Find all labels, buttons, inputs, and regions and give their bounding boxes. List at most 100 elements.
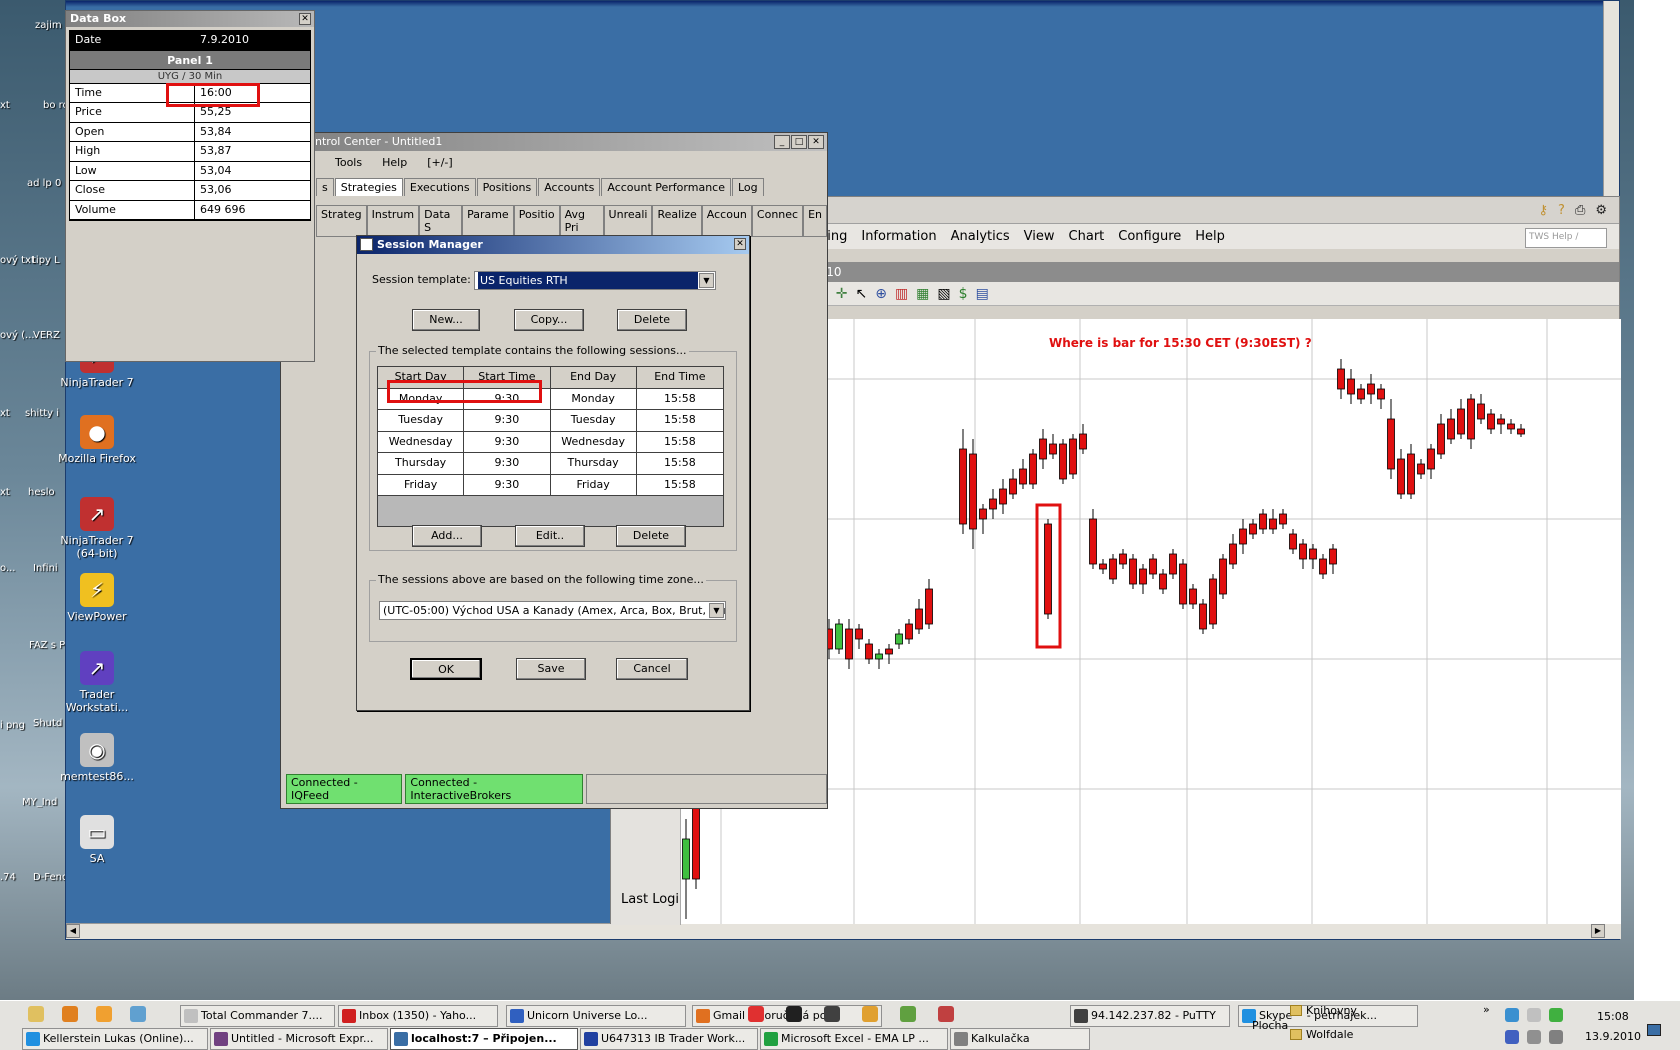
quick-launch-icon[interactable] (96, 1006, 112, 1022)
dollar-icon[interactable]: $ (959, 286, 968, 302)
menu-item[interactable]: Information (861, 229, 936, 244)
menu-item[interactable]: Configure (1118, 229, 1181, 244)
desktop-icon[interactable]: ⚡ ViewPower (58, 573, 136, 623)
horizontal-scrollbar[interactable]: ◀ ▶ (66, 923, 1621, 939)
taskbar-button[interactable]: Inbox (1350) - Yaho... (338, 1005, 498, 1027)
desktop-icon[interactable]: ↗ Trader Workstati... (58, 651, 136, 714)
plocha-label[interactable]: Plocha (1252, 1019, 1288, 1032)
help-icon[interactable]: ? (1558, 203, 1565, 218)
minimize-icon[interactable]: _ (774, 135, 790, 149)
add-session-button[interactable]: Add... (412, 525, 482, 547)
delete-template-button[interactable]: Delete (617, 309, 687, 331)
quick-launch-icon[interactable] (786, 1006, 802, 1022)
menu-item[interactable]: Chart (1069, 229, 1105, 244)
desktop-icon[interactable]: ↗ NinjaTrader 7 (64-bit) (58, 497, 136, 560)
taskbar-button[interactable]: U647313 IB Trader Work... (580, 1028, 758, 1050)
cursor-icon[interactable]: ↖ (855, 286, 867, 302)
column-header[interactable]: Unreali (603, 205, 653, 237)
table-icon[interactable]: ▦ (916, 286, 929, 302)
lock-icon[interactable]: ⚷ (1539, 203, 1549, 218)
quick-launch-icon[interactable] (862, 1006, 878, 1022)
tws-help-search[interactable]: TWS Help / (1525, 228, 1607, 248)
menu-item[interactable]: Help (1195, 229, 1225, 244)
column-header[interactable]: Instrum (366, 205, 420, 237)
quick-launch-icon[interactable] (824, 1006, 840, 1022)
monitor-icon[interactable] (1505, 1030, 1519, 1044)
print-icon[interactable]: ⎙ (1575, 203, 1585, 218)
libraries-toolbar[interactable]: Knihovny (1290, 1004, 1357, 1017)
volume-icon[interactable] (1527, 1008, 1541, 1022)
tab[interactable]: Account Performance (601, 178, 731, 196)
column-header[interactable]: Data S (419, 205, 463, 237)
copy-template-button[interactable]: Copy... (514, 309, 584, 331)
scroll-left-icon[interactable]: ◀ (66, 924, 80, 938)
session-template-select[interactable]: US Equities RTH ▼ (474, 271, 716, 290)
taskbar-button[interactable]: Unicorn Universe Lo... (506, 1005, 686, 1027)
sound-icon[interactable] (1549, 1030, 1563, 1044)
column-header[interactable]: Strateg (316, 205, 367, 237)
menu-item[interactable]: Help (382, 156, 407, 169)
column-header[interactable]: En (803, 205, 827, 237)
close-icon[interactable]: ✕ (299, 13, 311, 25)
table-row[interactable]: Tuesday 9:30 Tuesday 15:58 (378, 410, 723, 432)
close-icon[interactable]: ✕ (808, 135, 824, 149)
edit-session-button[interactable]: Edit.. (515, 525, 585, 547)
quick-launch-icon[interactable] (938, 1006, 954, 1022)
quick-launch-icon[interactable] (28, 1006, 44, 1022)
settings-icon[interactable]: ⚙ (1595, 203, 1607, 218)
menu-item[interactable]: View (1024, 229, 1055, 244)
desktop-icon[interactable]: ● Mozilla Firefox (58, 415, 136, 465)
menu-item[interactable]: Tools (335, 156, 362, 169)
taskbar-button[interactable]: 94.142.237.82 - PuTTY (1070, 1005, 1230, 1027)
quick-launch-icon[interactable] (900, 1006, 916, 1022)
taskbar-button[interactable]: Kalkulačka (950, 1028, 1090, 1050)
table-row[interactable]: Friday 9:30 Friday 15:58 (378, 474, 723, 496)
area-chart-icon[interactable]: ▧ (937, 286, 950, 302)
quick-launch-icon[interactable] (62, 1006, 78, 1022)
taskbar-button[interactable]: Untitled - Microsoft Expr... (210, 1028, 388, 1050)
menu-item[interactable]: [+/-] (427, 156, 452, 169)
user-toolbar[interactable]: Wolfdale (1290, 1028, 1353, 1041)
cancel-button[interactable]: Cancel (616, 658, 688, 680)
network-icon[interactable] (1505, 1008, 1519, 1022)
tab[interactable]: s (316, 178, 334, 196)
tab[interactable]: Executions (403, 178, 476, 196)
taskbar-button[interactable]: Total Commander 7.... (180, 1005, 335, 1027)
column-header[interactable]: Accoun (701, 205, 752, 237)
column-header[interactable]: Realize (652, 205, 702, 237)
scroll-right-icon[interactable]: ▶ (1591, 924, 1605, 938)
timezone-select[interactable]: (UTC-05:00) Východ USA a Kanady (Amex, A… (379, 601, 726, 620)
table-header-cell[interactable]: End Day (551, 367, 637, 388)
clock-date[interactable]: 13.9.2010 (1585, 1030, 1641, 1043)
column-header[interactable]: Parame (462, 205, 514, 237)
grid-icon[interactable]: ▤ (976, 286, 989, 302)
table-header-cell[interactable]: End Time (637, 367, 723, 388)
column-header[interactable]: Positio (513, 205, 560, 237)
column-header[interactable]: Connec (751, 205, 804, 237)
table-row[interactable]: Thursday 9:30 Thursday 15:58 (378, 453, 723, 475)
taskbar-button[interactable]: localhost:7 – Připojen... (390, 1028, 578, 1050)
tab[interactable]: Accounts (538, 178, 601, 196)
crosshair-icon[interactable]: ✛ (836, 286, 848, 302)
new-template-button[interactable]: New... (412, 309, 480, 331)
clock-time[interactable]: 15:08 (1597, 1010, 1629, 1023)
chevron-right-icon[interactable]: » (1483, 1003, 1490, 1016)
speaker-icon[interactable] (1527, 1030, 1541, 1044)
chevron-down-icon[interactable]: ▼ (709, 603, 724, 618)
delete-session-button[interactable]: Delete (616, 525, 686, 547)
bar-chart-icon[interactable]: ▥ (895, 286, 908, 302)
check-icon[interactable] (1549, 1008, 1563, 1022)
save-button[interactable]: Save (516, 658, 586, 680)
zoom-icon[interactable]: ⊕ (875, 286, 887, 302)
show-desktop-icon[interactable] (1647, 1024, 1661, 1036)
column-header[interactable]: Avg Pri (559, 205, 604, 237)
table-row[interactable]: Wednesday 9:30 Wednesday 15:58 (378, 431, 723, 453)
menu-item[interactable]: Analytics (951, 229, 1010, 244)
quick-launch-icon[interactable] (130, 1006, 146, 1022)
tab[interactable]: Log (731, 178, 764, 196)
quick-launch-icon[interactable] (748, 1006, 764, 1022)
tab[interactable]: Strategies (334, 178, 403, 196)
close-icon[interactable]: ✕ (734, 238, 746, 250)
taskbar-button[interactable]: Kellerstein Lukas (Online)... (22, 1028, 208, 1050)
ok-button[interactable]: OK (410, 658, 482, 680)
